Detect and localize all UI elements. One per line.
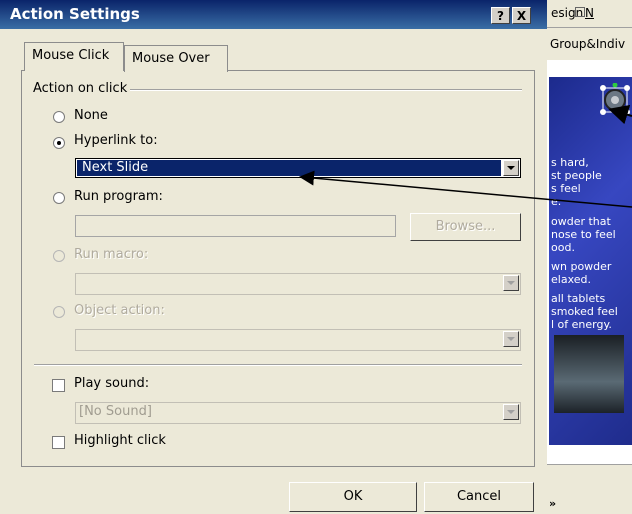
- title-bar: Action Settings ? X: [0, 0, 547, 29]
- slide-text-line: owder that: [551, 215, 611, 228]
- chevron-down-icon[interactable]: [503, 404, 519, 420]
- radio-selected-dot: [57, 141, 61, 145]
- run-program-field[interactable]: [75, 215, 396, 237]
- radio-hyperlink[interactable]: [53, 137, 65, 149]
- slide-text-line: all tablets: [551, 292, 606, 305]
- radio-label-object-action: Object action:: [74, 303, 165, 318]
- background-status-area: [547, 464, 632, 514]
- slide-text-line: s feel: [551, 182, 581, 195]
- background-presentation-window: esign N Group&Indiv s hard, st people s …: [547, 0, 632, 514]
- section-divider: [34, 364, 522, 366]
- toolbar-more-icon[interactable]: »: [549, 497, 556, 510]
- hyperlink-select[interactable]: Next Slide: [75, 158, 521, 178]
- radio-label-run-macro: Run macro:: [74, 247, 149, 262]
- slide-text-line: elaxed.: [551, 273, 591, 286]
- radio-label-hyperlink: Hyperlink to:: [74, 133, 158, 148]
- new-slide-icon[interactable]: [575, 7, 585, 17]
- radio-run-macro[interactable]: [53, 250, 65, 262]
- close-button[interactable]: X: [512, 7, 531, 24]
- ok-button[interactable]: OK: [289, 482, 417, 512]
- slide-text-line: st people: [551, 169, 602, 182]
- slide-text-line: smoked feel: [551, 305, 618, 318]
- radio-label-run-program: Run program:: [74, 189, 163, 204]
- section-action-on-click: Action on click: [33, 81, 131, 96]
- radio-none[interactable]: [53, 111, 65, 123]
- slide-text-line: s hard,: [551, 156, 589, 169]
- tab-mouse-click[interactable]: Mouse Click: [24, 42, 124, 71]
- play-sound-checkbox[interactable]: [52, 379, 65, 392]
- highlight-click-checkbox[interactable]: [52, 436, 65, 449]
- run-macro-select[interactable]: [75, 273, 521, 295]
- chevron-down-icon[interactable]: [503, 160, 519, 176]
- radio-label-none: None: [74, 108, 108, 123]
- radio-object-action[interactable]: [53, 306, 65, 318]
- slide-preview: s hard, st people s feel e. owder that n…: [549, 77, 632, 445]
- outline-tab-label: Group&Indiv: [550, 37, 626, 51]
- chevron-down-icon[interactable]: [503, 331, 519, 347]
- tab-mouse-over[interactable]: Mouse Over: [124, 45, 228, 72]
- menu-new-slide[interactable]: N: [585, 6, 594, 20]
- radio-run-program[interactable]: [53, 192, 65, 204]
- highlight-click-label: Highlight click: [74, 433, 166, 448]
- chevron-down-icon[interactable]: [503, 275, 519, 291]
- cancel-button[interactable]: Cancel: [424, 482, 534, 512]
- slide-text-line: wn powder: [551, 260, 612, 273]
- action-settings-dialog: Action Settings ? X Mouse Click Mouse Ov…: [0, 0, 547, 514]
- slide-photo: [554, 335, 624, 413]
- browse-button[interactable]: Browse...: [410, 213, 521, 241]
- play-sound-label: Play sound:: [74, 376, 150, 391]
- slide-text-line: nose to feel: [551, 228, 616, 241]
- slide-text-line: l of energy.: [551, 318, 612, 331]
- object-action-select[interactable]: [75, 329, 521, 351]
- sound-select[interactable]: [No Sound]: [75, 402, 521, 424]
- action-button-object[interactable]: [593, 83, 632, 117]
- slide-text-line: e.: [551, 195, 562, 208]
- hyperlink-select-value: Next Slide: [82, 160, 149, 175]
- help-button[interactable]: ?: [491, 7, 510, 24]
- toolbar-divider: [547, 27, 632, 28]
- sound-select-value: [No Sound]: [79, 404, 152, 419]
- slide-text-line: ood.: [551, 241, 575, 254]
- dialog-title: Action Settings: [10, 5, 140, 23]
